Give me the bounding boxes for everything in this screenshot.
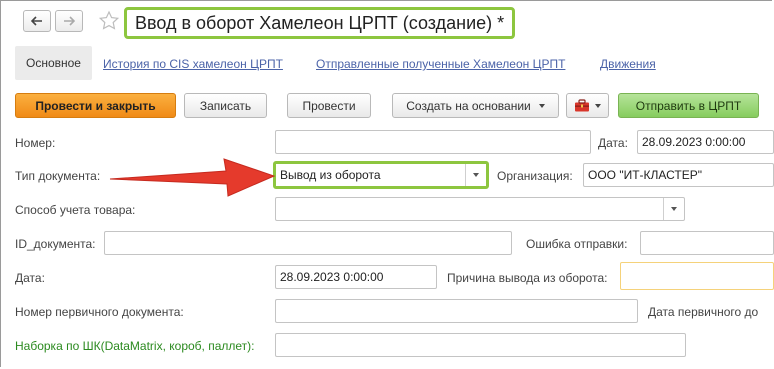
- send-error-label: Ошибка отправки:: [526, 237, 628, 251]
- send-to-crpt-button[interactable]: Отправить в ЦРПТ: [618, 93, 759, 118]
- dropdown-button[interactable]: [465, 164, 486, 186]
- accounting-method-label: Способ учета товара:: [15, 203, 136, 217]
- tab-cis-history[interactable]: История по CIS хамелеон ЦРПТ: [103, 57, 283, 71]
- primary-doc-number-label: Номер первичного документа:: [15, 305, 184, 319]
- save-button[interactable]: Записать: [184, 93, 267, 118]
- document-id-field[interactable]: [104, 231, 512, 255]
- organization-field[interactable]: ООО "ИТ-КЛАСТЕР": [583, 163, 774, 187]
- arrow-left-icon: [31, 16, 42, 26]
- accounting-method-select[interactable]: [275, 197, 685, 221]
- dropdown-button[interactable]: [663, 198, 684, 220]
- toolbox-icon: [575, 99, 589, 112]
- create-based-on-button[interactable]: Создать на основании: [392, 93, 559, 118]
- chevron-down-icon: [473, 173, 479, 177]
- doctype-value: Вывод из оборота: [280, 168, 381, 182]
- window-title: Ввод в оборот Хамелеон ЦРПТ (создание) *: [124, 7, 516, 39]
- barcode-scan-field[interactable]: [275, 333, 686, 357]
- date-label: Дата:: [598, 136, 628, 150]
- date2-label: Дата:: [15, 271, 45, 285]
- number-label: Номер:: [15, 136, 56, 150]
- date2-field[interactable]: 28.09.2023 0:00:00: [275, 265, 437, 289]
- date-field[interactable]: 28.09.2023 0:00:00: [637, 130, 774, 154]
- favorite-star-icon[interactable]: [98, 10, 120, 32]
- primary-doc-number-field[interactable]: [275, 299, 638, 323]
- barcode-scan-label: Наборка по ШК(DataMatrix, короб, паллет)…: [15, 339, 255, 353]
- back-button[interactable]: [23, 10, 51, 32]
- document-id-label: ID_документа:: [15, 237, 96, 251]
- withdrawal-reason-field[interactable]: [620, 262, 774, 290]
- doctype-label: Тип документа:: [15, 169, 101, 183]
- primary-doc-date-label: Дата первичного до: [648, 305, 759, 319]
- toolbox-menu-button[interactable]: [566, 93, 609, 118]
- post-and-close-button[interactable]: Провести и закрыть: [15, 93, 176, 118]
- arrow-right-icon: [64, 16, 75, 26]
- create-based-on-label: Создать на основании: [406, 98, 531, 113]
- post-button[interactable]: Провести: [287, 93, 371, 118]
- chevron-down-icon: [671, 207, 677, 211]
- chevron-down-icon: [595, 103, 601, 108]
- pointer-arrow-icon: [109, 158, 276, 197]
- organization-label: Организация:: [497, 169, 573, 183]
- withdrawal-reason-label: Причина вывода из оборота:: [447, 271, 608, 285]
- doctype-select[interactable]: Вывод из оборота: [273, 161, 489, 189]
- tab-sent-received[interactable]: Отправленные полученные Хамелеон ЦРПТ: [316, 57, 565, 71]
- number-field[interactable]: [275, 130, 591, 154]
- tab-movements[interactable]: Движения: [600, 57, 656, 71]
- chevron-down-icon: [538, 103, 545, 108]
- forward-button[interactable]: [55, 10, 83, 32]
- send-error-field[interactable]: [640, 231, 774, 255]
- tab-main[interactable]: Основное: [15, 46, 92, 80]
